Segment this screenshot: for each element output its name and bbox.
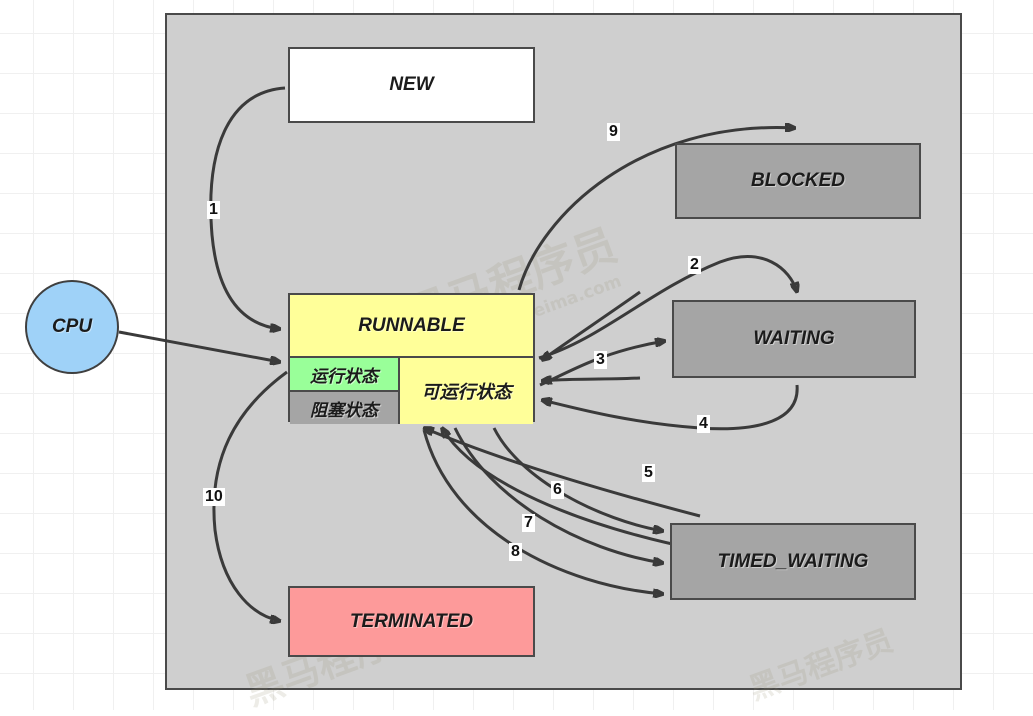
edge-timed-extra-path bbox=[422, 429, 663, 594]
edge-label-4: 4 bbox=[697, 415, 710, 433]
edge-10-path bbox=[212, 370, 288, 621]
node-terminated-label: TERMINATED bbox=[349, 610, 474, 632]
node-terminated[interactable]: TERMINATED bbox=[288, 586, 535, 657]
edge-label-9: 9 bbox=[607, 123, 620, 141]
subcell-ready-state[interactable]: 可运行状态 bbox=[400, 358, 533, 424]
node-blocked-label: BLOCKED bbox=[751, 170, 845, 191]
node-new-label: NEW bbox=[389, 74, 434, 95]
node-waiting[interactable]: WAITING bbox=[672, 300, 916, 378]
edge-cpu-path bbox=[118, 330, 280, 362]
subcell-running-state[interactable]: 运行状态 bbox=[290, 358, 398, 392]
edge-3-return-path bbox=[542, 378, 641, 381]
diagram-canvas: 黑马程序员 www.itheima.com 黑马程序员 黑马程序员 bbox=[0, 0, 1033, 714]
edge-4-path bbox=[542, 384, 799, 431]
edge-label-2: 2 bbox=[688, 256, 701, 274]
edge-6-path bbox=[424, 428, 701, 518]
edge-label-3: 3 bbox=[594, 351, 607, 369]
edge-label-1: 1 bbox=[207, 201, 220, 219]
node-runnable[interactable]: RUNNABLE 运行状态 阻塞状态 可运行状态 bbox=[288, 293, 535, 424]
node-waiting-label: WAITING bbox=[753, 328, 835, 349]
edge-label-8: 8 bbox=[509, 543, 522, 561]
edge-1-path bbox=[209, 86, 286, 329]
edge-label-5: 5 bbox=[642, 464, 655, 482]
node-timed-waiting-label: TIMED_WAITING bbox=[717, 550, 869, 572]
node-new[interactable]: NEW bbox=[288, 47, 535, 123]
node-runnable-body: 运行状态 阻塞状态 可运行状态 bbox=[290, 358, 533, 424]
node-timed-waiting[interactable]: TIMED_WAITING bbox=[670, 523, 916, 600]
edge-label-10: 10 bbox=[203, 488, 225, 506]
node-cpu[interactable]: CPU bbox=[25, 280, 119, 374]
subcell-blocked-state[interactable]: 阻塞状态 bbox=[290, 392, 398, 424]
edge-label-7: 7 bbox=[522, 514, 535, 532]
node-runnable-label: RUNNABLE bbox=[290, 295, 533, 358]
node-blocked[interactable]: BLOCKED bbox=[675, 143, 921, 219]
node-cpu-label: CPU bbox=[51, 316, 93, 337]
node-runnable-left-column: 运行状态 阻塞状态 bbox=[290, 358, 400, 424]
edge-label-6: 6 bbox=[551, 481, 564, 499]
